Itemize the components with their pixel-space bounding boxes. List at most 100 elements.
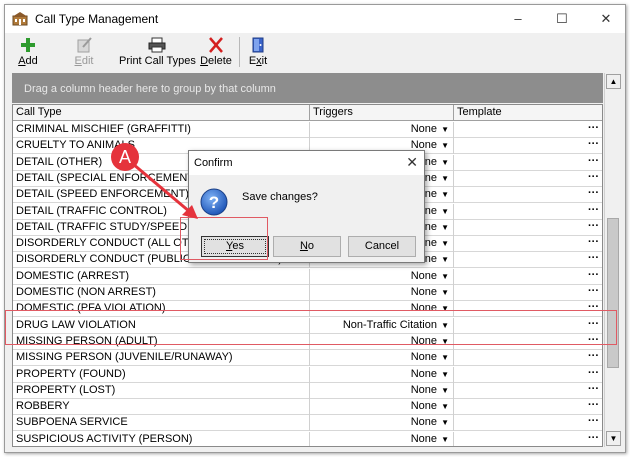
trigger-dropdown[interactable]: None ▼ <box>310 366 454 383</box>
dropdown-arrow-icon[interactable]: ▼ <box>441 432 449 446</box>
template-cell: ··· <box>454 415 602 431</box>
trigger-dropdown[interactable]: None ▼ <box>310 399 454 416</box>
table-row[interactable]: PROPERTY (FOUND) None ▼ ··· <box>13 366 602 383</box>
template-ellipsis-button[interactable]: ··· <box>588 252 599 266</box>
template-ellipsis-button[interactable]: ··· <box>588 220 599 234</box>
dropdown-arrow-icon[interactable]: ▼ <box>441 367 449 382</box>
table-row[interactable]: SUBPOENA SERVICE None ▼ ··· <box>13 415 602 432</box>
trigger-dropdown[interactable]: None ▼ <box>310 122 454 138</box>
dropdown-arrow-icon[interactable]: ▼ <box>441 350 449 365</box>
dropdown-arrow-icon[interactable]: ▼ <box>441 285 449 300</box>
delete-button[interactable]: Delete <box>197 35 235 71</box>
table-row[interactable]: SUSPICIOUS ACTIVITY (PERSON) None ▼ ··· <box>13 431 602 446</box>
edit-button[interactable]: Edit <box>67 35 101 71</box>
call-type-cell[interactable]: MISSING PERSON (JUVENILE/RUNAWAY) <box>13 350 310 367</box>
table-row[interactable]: DOMESTIC (ARREST) None ▼ ··· <box>13 268 602 285</box>
column-header-template[interactable]: Template <box>454 105 602 121</box>
template-ellipsis-button[interactable]: ··· <box>588 432 599 446</box>
dropdown-arrow-icon[interactable]: ▼ <box>441 204 449 219</box>
scroll-down-button[interactable]: ▼ <box>606 431 621 446</box>
table-row[interactable]: MISSING PERSON (JUVENILE/RUNAWAY) None ▼ ··… <box>13 350 602 367</box>
close-window-button[interactable]: ✕ <box>591 8 621 30</box>
template-ellipsis-button[interactable]: ··· <box>588 155 599 169</box>
dropdown-arrow-icon[interactable]: ▼ <box>441 220 449 235</box>
cancel-button[interactable]: Cancel <box>348 236 416 257</box>
dropdown-arrow-icon[interactable]: ▼ <box>441 252 449 267</box>
table-row[interactable]: ROBBERY None ▼ ··· <box>13 399 602 416</box>
dropdown-arrow-icon[interactable]: ▼ <box>441 383 449 398</box>
scroll-thumb[interactable] <box>607 218 619 368</box>
exit-door-icon <box>252 37 264 53</box>
no-button[interactable]: No <box>273 236 341 257</box>
trigger-dropdown[interactable]: None ▼ <box>310 431 454 446</box>
table-row[interactable]: DOMESTIC (NON ARREST) None ▼ ··· <box>13 285 602 301</box>
dropdown-arrow-icon[interactable]: ▼ <box>441 122 449 137</box>
window-title: Call Type Management <box>35 12 159 26</box>
trigger-dropdown[interactable]: None ▼ <box>310 382 454 399</box>
trigger-dropdown[interactable]: None ▼ <box>310 350 454 367</box>
table-row[interactable]: CRIMINAL MISCHIEF (GRAFFITTI) None ▼ ··· <box>13 122 602 138</box>
group-by-panel[interactable]: Drag a column header here to group by th… <box>12 73 603 103</box>
template-cell: ··· <box>454 367 602 383</box>
template-cell: ··· <box>454 269 602 285</box>
maximize-button[interactable]: ☐ <box>547 8 577 30</box>
template-ellipsis-button[interactable]: ··· <box>588 350 599 364</box>
call-type-cell[interactable]: SUBPOENA SERVICE <box>13 415 310 432</box>
dropdown-arrow-icon[interactable]: ▼ <box>441 138 449 153</box>
trigger-dropdown[interactable]: None ▼ <box>310 268 454 285</box>
call-type-cell[interactable]: SUSPICIOUS ACTIVITY (PERSON) <box>13 431 310 446</box>
dialog-title: Confirm <box>194 157 233 169</box>
template-ellipsis-button[interactable]: ··· <box>588 269 599 283</box>
building-icon <box>12 12 28 26</box>
template-ellipsis-button[interactable]: ··· <box>588 415 599 429</box>
drug-law-row-highlight <box>5 310 617 345</box>
dropdown-arrow-icon[interactable]: ▼ <box>441 171 449 186</box>
call-type-cell[interactable]: CRIMINAL MISCHIEF (GRAFFITTI) <box>13 122 310 138</box>
dropdown-arrow-icon[interactable]: ▼ <box>441 187 449 202</box>
template-ellipsis-button[interactable]: ··· <box>588 285 599 299</box>
yes-button-highlight <box>180 217 268 260</box>
call-type-cell[interactable]: PROPERTY (FOUND) <box>13 366 310 383</box>
template-ellipsis-button[interactable]: ··· <box>588 204 599 218</box>
delete-x-icon <box>209 37 223 53</box>
minimize-button[interactable]: – <box>503 8 533 30</box>
dialog-title-bar: Confirm ✕ <box>189 151 424 175</box>
template-ellipsis-button[interactable]: ··· <box>588 236 599 250</box>
toolbar: Add Edit Print Call Types Delete Exit <box>5 33 625 73</box>
call-type-cell[interactable]: DOMESTIC (ARREST) <box>13 268 310 285</box>
column-header-triggers[interactable]: Triggers <box>310 105 454 121</box>
column-header-call-type[interactable]: Call Type <box>13 105 310 121</box>
template-ellipsis-button[interactable]: ··· <box>588 171 599 185</box>
trigger-dropdown[interactable]: None ▼ <box>310 285 454 301</box>
dropdown-arrow-icon[interactable]: ▼ <box>441 399 449 414</box>
template-cell: ··· <box>454 187 602 203</box>
add-button[interactable]: Add <box>11 35 45 71</box>
trigger-value: None <box>410 286 437 298</box>
dropdown-arrow-icon[interactable]: ▼ <box>441 155 449 170</box>
dialog-close-button[interactable]: ✕ <box>406 154 418 171</box>
template-cell: ··· <box>454 220 602 236</box>
exit-button[interactable]: Exit <box>245 35 271 71</box>
template-ellipsis-button[interactable]: ··· <box>588 138 599 152</box>
dropdown-arrow-icon[interactable]: ▼ <box>441 415 449 430</box>
table-row[interactable]: PROPERTY (LOST) None ▼ ··· <box>13 382 602 399</box>
scroll-up-button[interactable]: ▲ <box>606 74 621 89</box>
svg-text:?: ? <box>209 193 219 212</box>
trigger-dropdown[interactable]: None ▼ <box>310 415 454 432</box>
template-cell: ··· <box>454 383 602 399</box>
template-ellipsis-button[interactable]: ··· <box>588 399 599 413</box>
template-ellipsis-button[interactable]: ··· <box>588 383 599 397</box>
call-type-cell[interactable]: DOMESTIC (NON ARREST) <box>13 285 310 301</box>
dropdown-arrow-icon[interactable]: ▼ <box>441 236 449 251</box>
print-call-types-button[interactable]: Print Call Types <box>119 35 196 71</box>
call-type-cell[interactable]: ROBBERY <box>13 399 310 416</box>
call-type-cell[interactable]: PROPERTY (LOST) <box>13 382 310 399</box>
template-ellipsis-button[interactable]: ··· <box>588 122 599 136</box>
template-ellipsis-button[interactable]: ··· <box>588 367 599 381</box>
vertical-scrollbar[interactable]: ▲ ▼ <box>604 73 621 447</box>
delete-label: Delete <box>200 55 232 67</box>
dropdown-arrow-icon[interactable]: ▼ <box>441 269 449 284</box>
template-cell: ··· <box>454 399 602 415</box>
plus-icon <box>21 38 35 52</box>
template-ellipsis-button[interactable]: ··· <box>588 187 599 201</box>
